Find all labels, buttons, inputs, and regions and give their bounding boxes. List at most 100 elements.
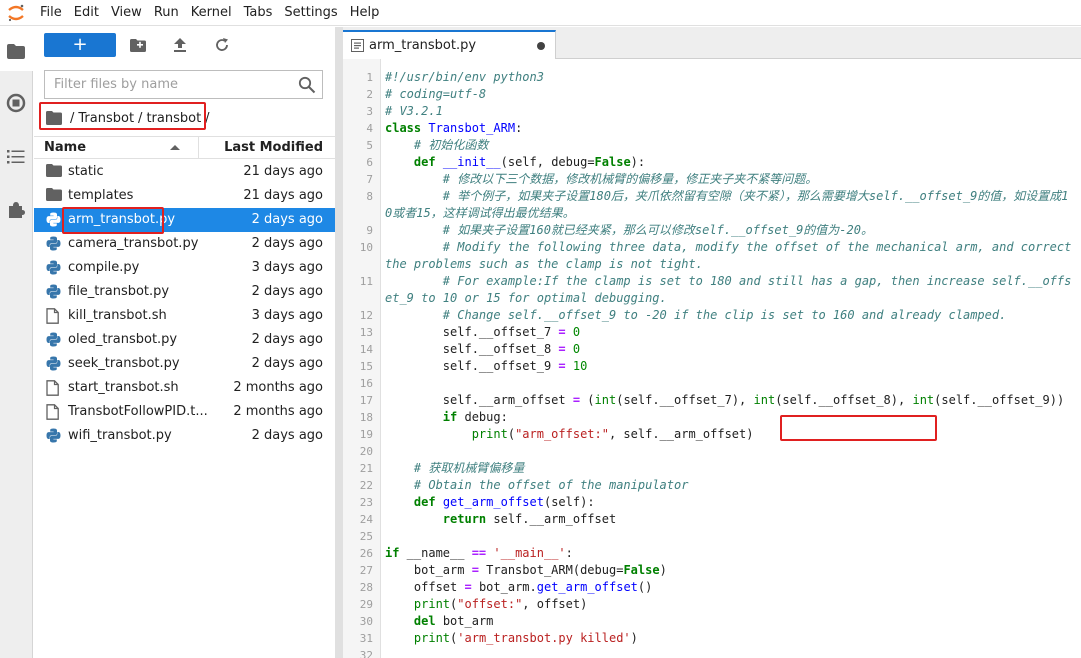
file-modified: 2 months ago [233, 404, 323, 419]
code-line[interactable]: 28 offset = bot_arm.get_arm_offset() [360, 579, 1075, 596]
upload-icon[interactable] [170, 35, 190, 55]
menu-help[interactable]: Help [350, 0, 388, 26]
menu-settings[interactable]: Settings [284, 0, 345, 26]
menubar: File Edit View Run Kernel Tabs Settings Help [0, 0, 1081, 26]
code-line[interactable]: 16 [360, 375, 1075, 392]
refresh-icon[interactable] [212, 35, 232, 55]
filter-box [44, 70, 323, 99]
code-line[interactable]: 8 # 举个例子，如果夹子设置180后，夹爪依然留有空隙（夹不紧），那么需要增大… [366, 188, 1075, 222]
search-icon[interactable] [298, 76, 316, 94]
text-file-icon [351, 39, 364, 52]
code-line[interactable]: 2 # coding=utf-8 [366, 86, 1075, 103]
code-line[interactable]: 4 class Transbot_ARM: [366, 120, 1075, 137]
file-row[interactable]: camera_transbot.py 2 days ago [34, 232, 335, 256]
code-line[interactable]: 1 #!/usr/bin/env python3 [366, 69, 1075, 86]
menu-file[interactable]: File [40, 0, 70, 26]
file-modified: 2 days ago [251, 284, 323, 299]
code-line[interactable]: 21 # 获取机械臂偏移量 [360, 460, 1075, 477]
code-text: print("arm_offset:", self.__arm_offset) [471, 427, 754, 441]
line-number: 28 [359, 581, 373, 594]
file-row[interactable]: templates 21 days ago [34, 184, 335, 208]
code-text: #!/usr/bin/env python3 [385, 70, 544, 84]
code-line[interactable]: 9 # 如果夹子设置160就已经夹紧，那么可以修改self.__offset_9… [366, 222, 1075, 239]
line-number: 30 [359, 615, 373, 628]
code-line[interactable]: 6 def __init__(self, debug=False): [366, 154, 1075, 171]
activity-bar [0, 27, 33, 658]
file-name: file_transbot.py [68, 284, 170, 299]
file-row[interactable]: seek_transbot.py 2 days ago [34, 352, 335, 376]
file-row[interactable]: TransbotFollowPID.t... 2 months ago [34, 400, 335, 424]
file-name: camera_transbot.py [68, 236, 199, 251]
code-text: # 举个例子，如果夹子设置180后，夹爪依然留有空隙（夹不紧），那么需要增大se… [385, 189, 1069, 220]
code-line[interactable]: 10 # Modify the following three data, mo… [360, 239, 1075, 273]
file-row[interactable]: file_transbot.py 2 days ago [34, 280, 335, 304]
extension-puzzle-icon[interactable] [6, 200, 26, 220]
line-number: 22 [359, 479, 373, 492]
code-line[interactable]: 27 bot_arm = Transbot_ARM(debug=False) [360, 562, 1075, 579]
column-header-name[interactable]: Name [44, 140, 86, 155]
running-kernels-icon[interactable] [6, 93, 26, 113]
file-row[interactable]: static 21 days ago [34, 160, 335, 184]
code-line[interactable]: 31 print('arm_transbot.py killed') [360, 630, 1075, 647]
code-line[interactable]: 12 # Change self.__offset_9 to -20 if th… [360, 307, 1075, 324]
new-folder-icon[interactable] [128, 35, 148, 55]
file-row[interactable]: oled_transbot.py 2 days ago [34, 328, 335, 352]
line-number: 23 [359, 496, 373, 509]
file-browser-folder-icon[interactable] [6, 41, 26, 61]
menu-run[interactable]: Run [154, 0, 187, 26]
code-line[interactable]: 15 self.__offset_9 = 10 [360, 358, 1075, 375]
python-icon [46, 260, 62, 276]
code-line[interactable]: 20 [360, 443, 1075, 460]
menu-view[interactable]: View [111, 0, 150, 26]
file-name: compile.py [68, 260, 140, 275]
code-line[interactable]: 18 if debug: [360, 409, 1075, 426]
new-launcher-button[interactable]: + [44, 33, 116, 57]
code-line[interactable]: 30 del bot_arm [360, 613, 1075, 630]
line-number: 20 [359, 445, 373, 458]
menu-edit[interactable]: Edit [74, 0, 107, 26]
filter-files-input[interactable] [45, 71, 295, 98]
code-line[interactable]: 22 # Obtain the offset of the manipulato… [360, 477, 1075, 494]
code-line[interactable]: 13 self.__offset_7 = 0 [360, 324, 1075, 341]
code-line[interactable]: 29 print("offset:", offset) [360, 596, 1075, 613]
code-line[interactable]: 24 return self.__arm_offset [360, 511, 1075, 528]
line-number: 7 [366, 173, 373, 186]
menu-items: File Edit View Run Kernel Tabs Settings Help [40, 0, 391, 26]
file-icon [46, 380, 62, 396]
sort-ascending-icon [170, 145, 180, 150]
panel-splitter[interactable] [335, 27, 343, 658]
line-number: 12 [359, 309, 373, 322]
file-row[interactable]: start_transbot.sh 2 months ago [34, 376, 335, 400]
file-row[interactable]: kill_transbot.sh 3 days ago [34, 304, 335, 328]
code-line[interactable]: 25 [360, 528, 1075, 545]
file-row[interactable]: compile.py 3 days ago [34, 256, 335, 280]
code-content[interactable]: 1 #!/usr/bin/env python3 2 # coding=utf-8 3 #… [360, 69, 1075, 658]
code-line[interactable]: 17 self.__arm_offset = (int(self.__offse… [360, 392, 1075, 409]
code-line[interactable]: 3 # V3.2.1 [366, 103, 1075, 120]
line-number: 21 [359, 462, 373, 475]
code-line[interactable]: 5 # 初始化函数 [366, 137, 1075, 154]
column-divider[interactable] [198, 137, 199, 158]
unsaved-dot-icon[interactable] [537, 42, 545, 50]
file-modified: 2 days ago [251, 212, 323, 227]
code-line[interactable]: 32 [360, 647, 1075, 658]
tab-arm-transbot[interactable]: arm_transbot.py [343, 30, 556, 59]
code-line[interactable]: 26 if __name__ == '__main__': [360, 545, 1075, 562]
code-editor[interactable]: 1 #!/usr/bin/env python3 2 # coding=utf-8 3 #… [343, 59, 1081, 658]
code-line[interactable]: 14 self.__offset_8 = 0 [360, 341, 1075, 358]
code-line[interactable]: 23 def get_arm_offset(self): [360, 494, 1075, 511]
menu-tabs[interactable]: Tabs [244, 0, 281, 26]
column-header-last-modified[interactable]: Last Modified [224, 140, 323, 155]
code-text: self.__offset_7 = 0 [385, 325, 581, 339]
code-line[interactable]: 19 print("arm_offset:", self.__arm_offse… [360, 426, 1075, 443]
code-line[interactable]: 7 # 修改以下三个数据，修改机械臂的偏移量，修正夹子夹不紧等问题。 [366, 171, 1075, 188]
file-modified: 21 days ago [243, 188, 323, 203]
file-icon [46, 404, 62, 420]
file-name: oled_transbot.py [68, 332, 178, 347]
code-line[interactable]: 11 # For example:If the clamp is set to … [360, 273, 1075, 307]
menu-kernel[interactable]: Kernel [191, 0, 240, 26]
command-palette-list-icon[interactable] [6, 147, 26, 167]
code-text: if debug: [442, 410, 508, 424]
file-row[interactable]: wifi_transbot.py 2 days ago [34, 424, 335, 448]
jupyter-logo-icon [8, 4, 24, 22]
